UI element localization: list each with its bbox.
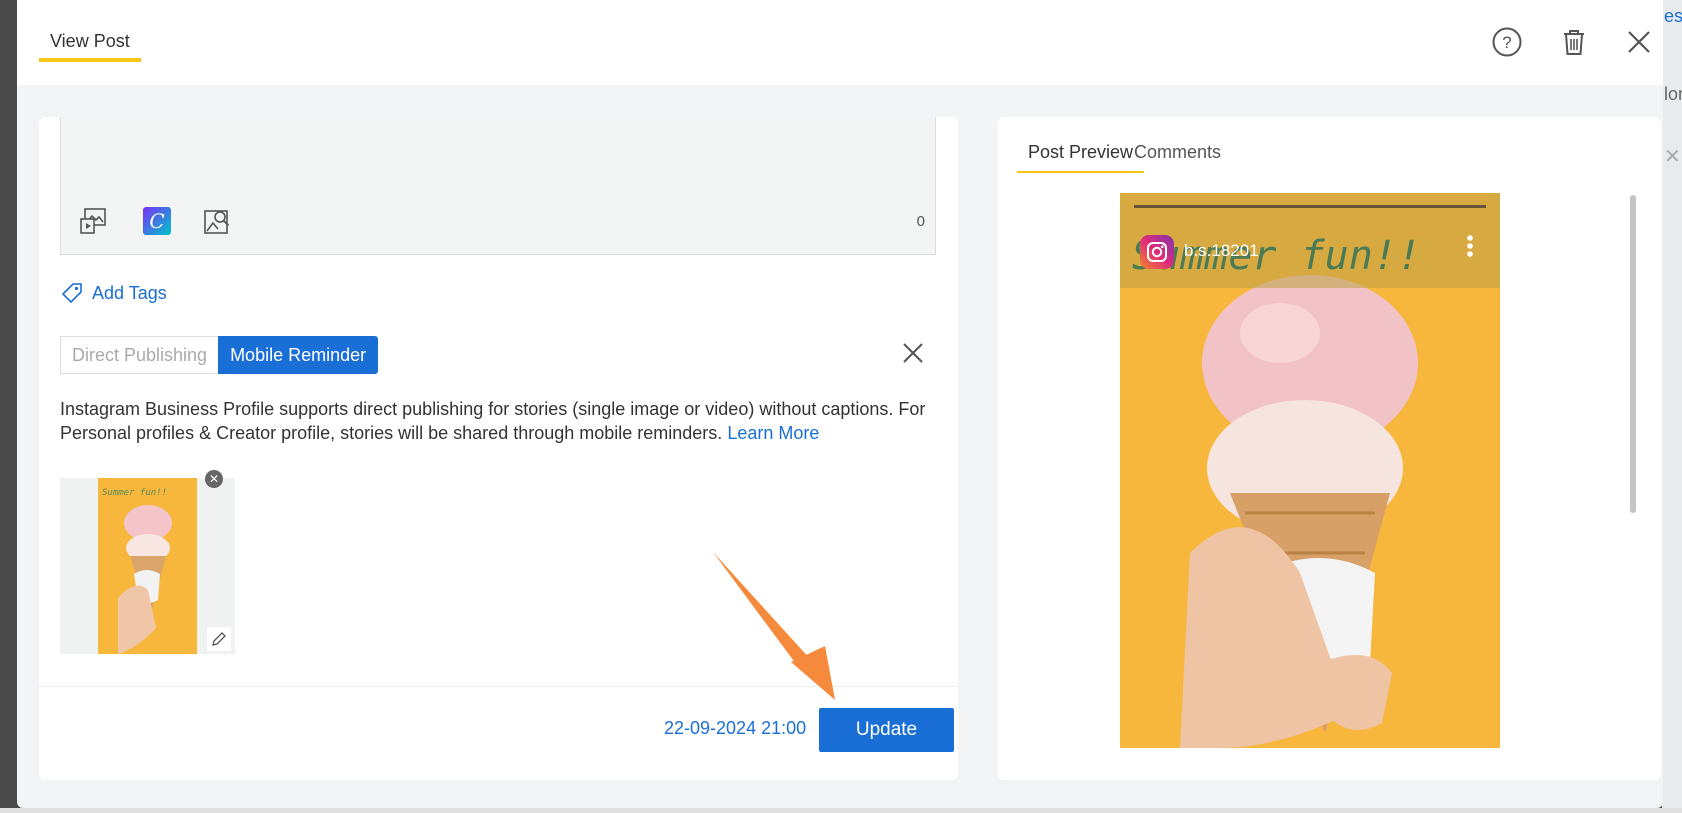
canva-icon[interactable]: C xyxy=(141,205,173,237)
instagram-icon xyxy=(1140,235,1174,269)
background-text: est xyxy=(1664,6,1682,26)
modal-header: View Post ? xyxy=(17,0,1663,85)
tab-comments[interactable]: Comments xyxy=(1123,139,1232,173)
right-scrollbar[interactable] xyxy=(1630,195,1636,513)
add-tags-label: Add Tags xyxy=(92,282,167,303)
background-page: est lor ✕ xyxy=(1662,0,1682,813)
character-count: 0 xyxy=(916,213,925,230)
close-icon[interactable] xyxy=(1621,24,1657,60)
edit-media-icon[interactable] xyxy=(207,627,231,651)
background-strip xyxy=(0,808,1682,813)
media-library-icon[interactable] xyxy=(77,205,109,237)
svg-text:?: ? xyxy=(1502,33,1511,52)
background-text: lor xyxy=(1664,84,1682,104)
annotation-arrow xyxy=(713,552,835,700)
preview-panel: Post Preview Comments Summer fun!! b.s.1… xyxy=(998,117,1661,780)
ice-cream-image: Summer fun!! xyxy=(98,478,197,654)
add-tags-button[interactable]: Add Tags xyxy=(60,281,167,305)
publishing-mode-toggle: Direct Publishing Mobile Reminder xyxy=(60,336,379,374)
direct-publishing-option[interactable]: Direct Publishing xyxy=(60,336,219,374)
view-post-modal: View Post ? C 0 Add Tags Direct Publishi… xyxy=(17,0,1663,808)
help-icon[interactable]: ? xyxy=(1489,24,1525,60)
update-button[interactable]: Update xyxy=(819,708,954,752)
schedule-datetime[interactable]: 22-09-2024 21:00 xyxy=(664,718,806,739)
story-preview: Summer fun!! b.s.18201 xyxy=(1120,193,1500,748)
story-caption-text: Summer fun!! xyxy=(1132,233,1421,279)
more-options-icon[interactable] xyxy=(1466,233,1474,263)
background-close-icon: ✕ xyxy=(1664,146,1681,168)
remove-media-icon[interactable]: ✕ xyxy=(205,470,223,488)
publishing-info: Instagram Business Profile supports dire… xyxy=(60,397,930,445)
image-search-icon[interactable] xyxy=(201,205,233,237)
caption-editor[interactable]: C 0 xyxy=(60,117,936,255)
tab-view-post[interactable]: View Post xyxy=(39,28,141,62)
trash-icon[interactable] xyxy=(1556,24,1592,60)
mobile-reminder-option[interactable]: Mobile Reminder xyxy=(218,336,379,374)
close-reminder-icon[interactable] xyxy=(901,341,929,369)
story-username: b.s.18201 xyxy=(1184,241,1259,260)
learn-more-link[interactable]: Learn More xyxy=(727,423,819,443)
story-progress-bar xyxy=(1134,205,1486,208)
tag-icon xyxy=(61,283,82,304)
